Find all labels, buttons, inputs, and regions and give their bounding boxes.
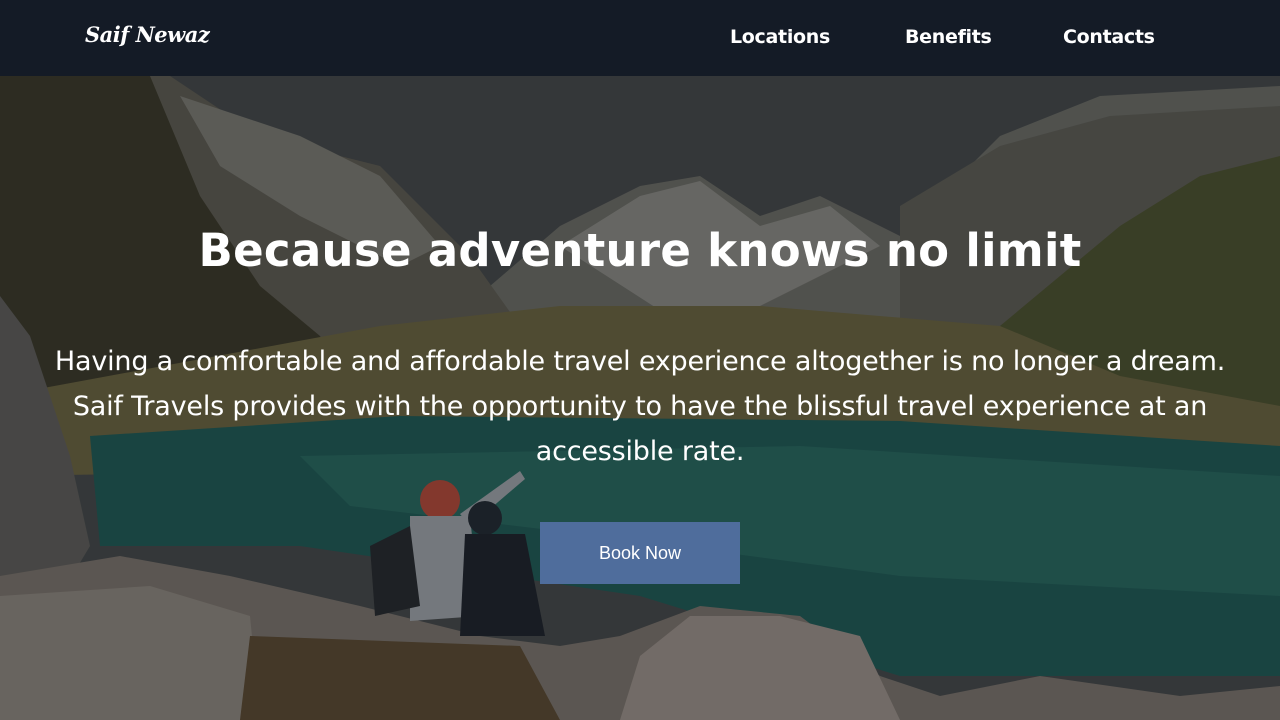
top-navbar: Saif Newaz Locations Benefits Contacts [0,0,1280,76]
hero-tagline: Having a comfortable and affordable trav… [54,346,1226,467]
nav-link-benefits[interactable]: Benefits [905,26,992,48]
brand-logo[interactable]: Saif Newaz [85,22,210,47]
nav-link-locations[interactable]: Locations [730,26,830,48]
nav-link-contacts[interactable]: Contacts [1063,26,1155,48]
hero-headline: Because adventure knows no limit [198,224,1082,277]
book-now-button[interactable]: Book Now [540,522,740,584]
hero-section: Because adventure knows no limit Having … [0,76,1280,720]
